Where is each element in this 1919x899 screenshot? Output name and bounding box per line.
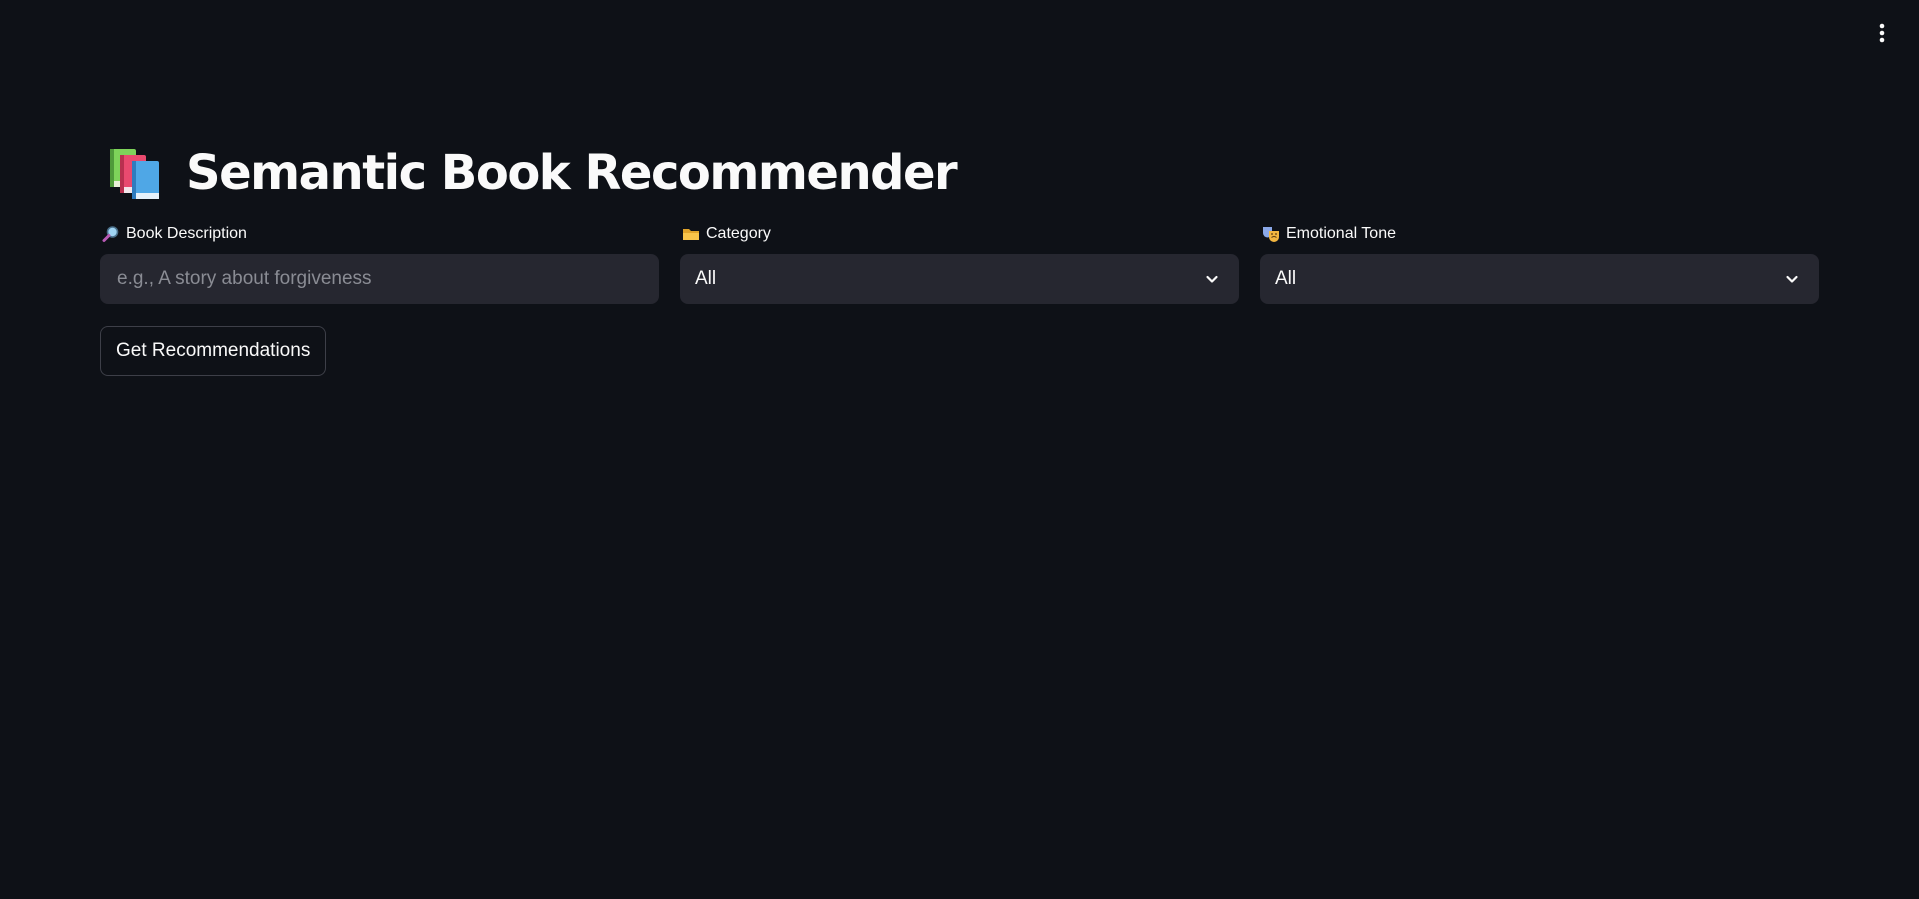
folder-emoji-icon: [683, 229, 699, 240]
emotional-tone-select[interactable]: All: [1260, 254, 1819, 304]
vertical-ellipsis-icon: [1879, 23, 1885, 43]
emotional-tone-label-text: Emotional Tone: [1286, 225, 1396, 242]
chevron-down-icon: [1786, 275, 1798, 283]
book-description-field: Book Description: [100, 224, 659, 306]
chevron-down-icon: [1206, 275, 1218, 283]
emotional-tone-label: Emotional Tone: [1260, 224, 1819, 244]
main-content: Semantic Book Recommender Book Descripti…: [100, 140, 1820, 376]
emotional-tone-selected-value: All: [1275, 268, 1297, 289]
book-description-input[interactable]: [100, 254, 659, 304]
emotional-tone-field: Emotional Tone All: [1260, 224, 1819, 306]
category-selected-value: All: [695, 268, 717, 289]
book-description-label: Book Description: [100, 224, 659, 244]
category-label: Category: [680, 224, 1239, 244]
main-menu-button[interactable]: [1867, 18, 1897, 48]
app-root: Semantic Book Recommender Book Descripti…: [0, 0, 1919, 899]
category-select[interactable]: All: [680, 254, 1239, 304]
book-description-label-text: Book Description: [126, 225, 247, 242]
filter-controls: Book Description Category All: [100, 224, 1820, 306]
magnifying-glass-emoji-icon: [102, 226, 119, 242]
title-row: Semantic Book Recommender: [100, 140, 1820, 206]
page-title: Semantic Book Recommender: [186, 145, 958, 201]
category-field: Category All: [680, 224, 1239, 306]
get-recommendations-button[interactable]: Get Recommendations: [100, 326, 327, 376]
books-emoji-icon: [110, 149, 159, 199]
category-label-text: Category: [706, 225, 771, 242]
performing-arts-emoji-icon: [1263, 227, 1279, 242]
